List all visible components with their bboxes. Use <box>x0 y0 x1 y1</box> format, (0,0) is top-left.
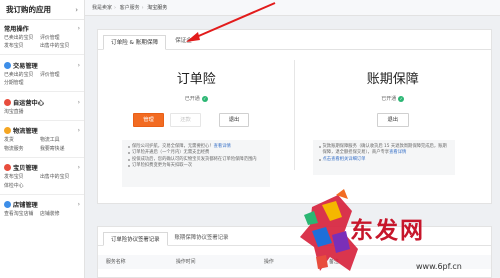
sidebar-link[interactable]: 店铺装修 <box>40 210 76 217</box>
tab-guarantee-records[interactable]: 账期保障协议签署记录 <box>168 231 236 245</box>
sidebar-section-title: 宝贝管理 <box>13 165 38 172</box>
exit-button[interactable]: 退出 <box>219 113 249 127</box>
withdraw-button[interactable]: 还款 <box>170 113 201 127</box>
chevron-right-icon[interactable]: › <box>78 164 80 171</box>
tab-insurance-records[interactable]: 订单险协议签署记录 <box>103 232 168 246</box>
logistics-icon <box>4 127 11 134</box>
chevron-right-icon: › <box>75 5 78 14</box>
sidebar-section-logistics: 物流管理 › 发货 物流工具 物流服务 我要寄快递 <box>0 123 84 155</box>
sidebar-header[interactable]: 我订购的应用 › <box>0 0 84 20</box>
sidebar-link[interactable]: 评价管理 <box>40 34 76 41</box>
sidebar-link[interactable]: 已卖出的宝贝 <box>4 34 40 41</box>
status-text: 已开通 <box>184 96 200 102</box>
sidebar-section-trade: 交易管理 › 已卖出的宝贝 评价管理 分期管理 <box>0 57 84 89</box>
breadcrumb: 我是卖家 › 客户服务 › 淘宝服务 <box>85 0 500 16</box>
sidebar-title: 我订购的应用 <box>6 5 51 14</box>
trade-icon <box>4 61 11 69</box>
manage-button[interactable]: 管理 <box>133 113 164 127</box>
product-title: 订单险 <box>176 72 216 87</box>
exit-button[interactable]: 退出 <box>376 113 409 127</box>
column-header: 操作 <box>264 259 274 265</box>
sidebar-link[interactable]: 淘宝直播 <box>4 108 40 115</box>
chevron-right-icon[interactable]: › <box>78 201 80 208</box>
status-text: 已开通 <box>381 96 397 102</box>
chevron-right-icon[interactable]: › <box>78 127 80 134</box>
info-notes: 保险公司护航，交易全保障，无需要担心！查看详情 订单险开通后（一个月内）无需支出… <box>122 140 270 187</box>
records-table-header: 服务名称 操作时间 操作 备注 <box>98 255 491 269</box>
service-tabs: 订单险 & 账期保障 保证金 <box>98 30 491 50</box>
records-tabs: 订单险协议签署记录 账期保障协议签署记录 <box>98 227 491 246</box>
column-header: 备注 <box>329 259 339 265</box>
sidebar-link[interactable]: 发布宝贝 <box>4 173 40 180</box>
sidebar-link[interactable]: 物流工具 <box>40 136 76 143</box>
chevron-right-icon[interactable]: › <box>78 25 80 32</box>
details-link[interactable]: 查看详情 <box>389 150 406 155</box>
chevron-right-icon[interactable]: › <box>78 99 80 106</box>
sidebar-link[interactable]: 分期管理 <box>4 79 40 86</box>
note-text: 保险公司护航，交易全保障，无需要担心！ <box>132 144 214 149</box>
sidebar-link[interactable]: 发货 <box>4 136 40 143</box>
tab-order-insurance[interactable]: 订单险 & 账期保障 <box>103 35 167 50</box>
service-panel: 订单险 & 账期保障 保证金 订单险 已开通 ✓ 管理 还款 退出 保险公司护航… <box>97 29 492 204</box>
sidebar-link[interactable]: 发布宝贝 <box>4 42 40 49</box>
chevron-right-icon[interactable]: › <box>78 62 80 69</box>
note-text: 订单险扣费变更为每天扣取一次 <box>132 162 193 168</box>
sidebar-link[interactable]: 已卖出的宝贝 <box>4 71 40 78</box>
goods-icon <box>4 164 11 171</box>
sidebar-link[interactable]: 出售中的宝贝 <box>40 173 76 180</box>
column-divider <box>294 60 295 170</box>
column-header: 操作时间 <box>176 259 196 265</box>
order-insurance-card: 订单险 已开通 ✓ 管理 还款 退出 保险公司护航，交易全保障，无需要担心！查看… <box>98 54 295 204</box>
sidebar-link[interactable]: 评价管理 <box>40 71 76 78</box>
operation-icon <box>4 98 11 106</box>
status-badge: 已开通 ✓ <box>98 95 295 102</box>
sidebar-link[interactable]: 我要寄快递 <box>40 145 76 152</box>
details-link[interactable]: 查看详情 <box>214 144 231 149</box>
sidebar-section-title: 交易管理 <box>13 62 38 70</box>
check-icon: ✓ <box>201 95 208 102</box>
column-header: 服务名称 <box>106 259 126 265</box>
sidebar-section-title: 常用操作 <box>4 25 29 33</box>
sidebar-link[interactable]: 体检中心 <box>4 182 40 189</box>
sidebar-link[interactable]: 物流服务 <box>4 145 40 152</box>
breadcrumb-current: 淘宝服务 <box>147 5 168 11</box>
sidebar-section-common: 常用操作 › 已卖出的宝贝 评价管理 发布宝贝 出售中的宝贝 <box>0 20 84 52</box>
sidebar-section-goods: 宝贝管理 › 发布宝贝 出售中的宝贝 体检中心 <box>0 160 84 192</box>
breadcrumb-item[interactable]: 我是卖家 <box>92 5 112 11</box>
tab-deposit[interactable]: 保证金 <box>168 34 199 49</box>
status-badge: 已开通 ✓ <box>295 95 492 102</box>
sidebar-section-shop: 店铺管理 › 查看淘宝店铺 店铺装修 <box>0 197 84 221</box>
sidebar-section-title: 店铺管理 <box>13 202 38 209</box>
main-content: 我是卖家 › 客户服务 › 淘宝服务 订单险 & 账期保障 保证金 订单险 已开通 … <box>85 0 500 278</box>
sidebar-section-operation: 自运营中心 › 淘宝直播 <box>0 94 84 118</box>
payment-guarantee-card: 账期保障 已开通 ✓ 退出 货款账期保障服务（确认收货后 15 天退款周期保障完… <box>295 54 492 204</box>
order-details-link[interactable]: 点击查看相关详细订单 <box>323 157 366 163</box>
sidebar-section-title: 物流管理 <box>13 128 38 135</box>
sidebar: 我订购的应用 › 常用操作 › 已卖出的宝贝 评价管理 发布宝贝 出售中的宝贝 交易… <box>0 0 85 278</box>
product-title: 账期保障 <box>366 72 419 87</box>
info-notes: 货款账期保障服务（确认收货后 15 天退款周期保障完成后，账期保障，退全额担保交… <box>312 140 455 175</box>
sidebar-section-title: 自运营中心 <box>13 99 44 107</box>
sidebar-link[interactable]: 出售中的宝贝 <box>40 42 76 49</box>
breadcrumb-item[interactable]: 客户服务 <box>120 5 140 11</box>
shop-icon <box>4 201 11 208</box>
sidebar-link[interactable]: 查看淘宝店铺 <box>4 210 40 217</box>
check-icon: ✓ <box>398 95 405 102</box>
note-text: 货款账期保障服务（确认收货后 15 天退款周期保障完成后，账期保障，退全额担保交… <box>322 144 447 156</box>
records-panel: 订单险协议签署记录 账期保障协议签署记录 服务名称 操作时间 操作 备注 <box>97 226 492 278</box>
